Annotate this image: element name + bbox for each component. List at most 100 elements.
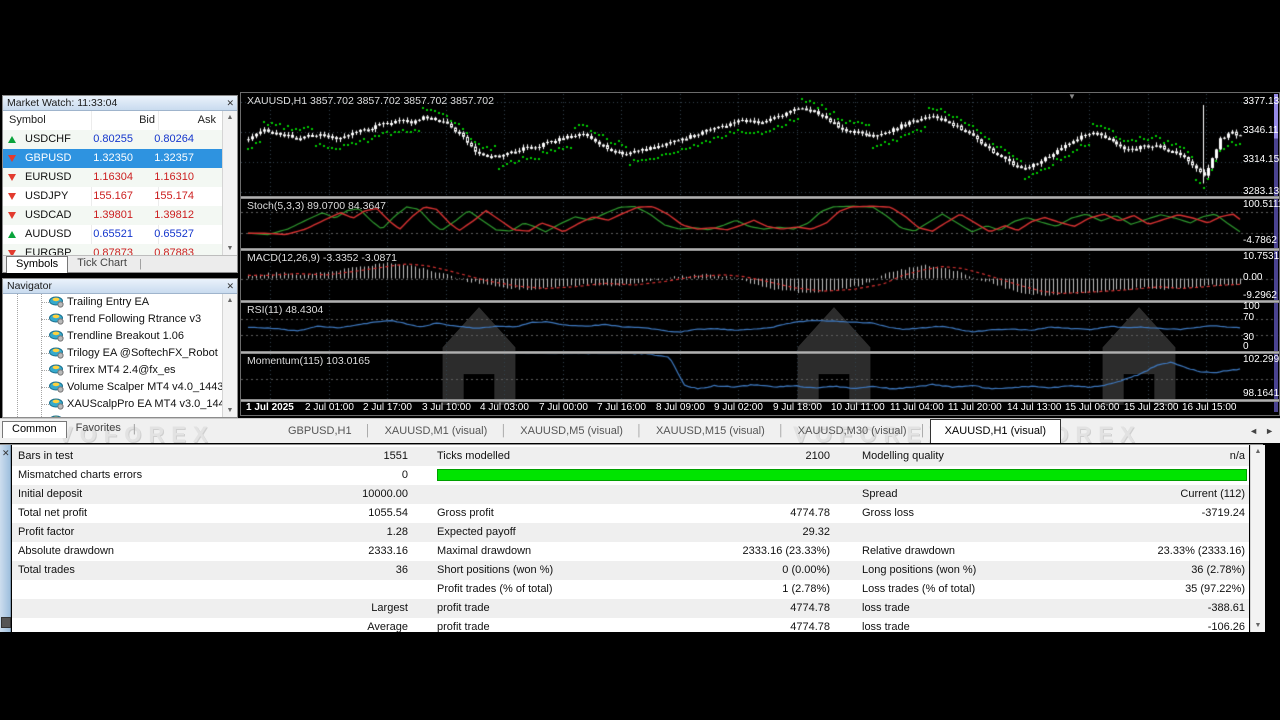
report-row: Profit factor1.28Expected payoff29.32 [12, 523, 1249, 542]
report-value: 2333.16 [368, 542, 408, 561]
time-axis-label: 2 Jul 17:00 [363, 402, 412, 413]
expert-advisor-icon [49, 364, 64, 379]
chart-tab-gbpusd-h1[interactable]: GBPUSD,H1 [278, 419, 362, 443]
report-value: Largest [371, 599, 408, 618]
report-row: Averageprofit trade4774.78loss trade-106… [12, 618, 1249, 632]
tester-mini-icon [1, 617, 11, 628]
report-label: Short positions (won %) [437, 561, 553, 580]
tab-favorites[interactable]: Favorites [67, 421, 130, 437]
chart-tab-xauusd-m1-visual-[interactable]: XAUUSD,M1 (visual) [375, 419, 498, 443]
navigator-item[interactable]: Trendline Breakout 1.06 [3, 328, 222, 345]
navigator-tabs: CommonFavorites | [2, 421, 136, 438]
chart-tab-xauusd-m30-visual-[interactable]: XAUUSD,M30 (visual) [788, 419, 917, 443]
scroll-up-icon[interactable]: ▲ [223, 111, 237, 124]
market-watch-row[interactable]: AUDUSD0.655210.65527 [3, 225, 237, 244]
chart-tab-xauusd-h1-visual-[interactable]: XAUUSD,H1 (visual) [930, 419, 1061, 443]
report-row: Total trades36Short positions (won %)0 (… [12, 561, 1249, 580]
tester-panel-edge[interactable]: ✕ [0, 445, 11, 632]
ask-value: 155.174 [3, 187, 194, 206]
report-row: Largestprofit trade4774.78loss trade-388… [12, 599, 1249, 618]
price-axis-label: 70 [1243, 312, 1280, 323]
panel-separator[interactable] [241, 351, 1279, 354]
tabs-scroll-right-icon[interactable]: ► [1265, 426, 1274, 436]
price-axis-label: 0 [1243, 341, 1280, 352]
backtest-report-table: Bars in test1551Ticks modelled2100Modell… [12, 445, 1249, 632]
column-ask[interactable]: Ask [25, 111, 216, 130]
scroll-up-icon[interactable]: ▲ [223, 294, 237, 307]
chart-marker-icon: ▼ [1068, 92, 1076, 101]
report-value: 1 (2.78%) [782, 580, 830, 599]
navigator-item[interactable]: Trend Following Rtrance v3 [3, 311, 222, 328]
report-label: Bars in test [18, 447, 73, 466]
ask-value: 1.16310 [3, 168, 194, 187]
report-value: Current (112) [1180, 485, 1245, 504]
scroll-down-icon[interactable]: ▼ [1251, 619, 1265, 632]
report-label: profit trade [437, 618, 490, 632]
time-axis-label: 10 Jul 11:00 [831, 402, 885, 413]
tab-tick-chart[interactable]: Tick Chart [68, 256, 136, 272]
price-axis-label: 3346.11 [1243, 125, 1280, 136]
report-value: 1551 [384, 447, 408, 466]
expert-advisor-icon [49, 330, 64, 345]
navigator-item[interactable] [3, 413, 222, 417]
report-label: Total trades [18, 561, 75, 580]
close-icon[interactable]: ✕ [226, 280, 234, 292]
tab-common[interactable]: Common [2, 421, 67, 438]
report-scrollbar[interactable]: ▲ ▼ [1250, 445, 1265, 632]
time-axis-label: 14 Jul 13:00 [1007, 402, 1062, 413]
market-watch-row[interactable]: USDJPY155.167155.174 [3, 187, 237, 206]
market-watch-row[interactable]: USDCHF0.802550.80264 [3, 130, 237, 149]
panel-separator[interactable] [241, 196, 1279, 199]
time-axis-label: 9 Jul 18:00 [773, 402, 822, 413]
tab-divider: │ [775, 425, 788, 437]
tab-divider: │ [633, 425, 646, 437]
tabs-scroll-left-icon[interactable]: ◄ [1249, 426, 1258, 436]
navigator-item[interactable]: Trirex MT4 2.4@fx_es [3, 362, 222, 379]
scroll-down-icon[interactable]: ▼ [223, 242, 237, 255]
time-axis-label: 7 Jul 16:00 [597, 402, 646, 413]
chart-tab-xauusd-m15-visual-[interactable]: XAUUSD,M15 (visual) [646, 419, 775, 443]
ask-value: 0.87883 [3, 244, 194, 255]
indicator-label-momentum: Momentum(115) 103.0165 [247, 355, 370, 367]
expert-advisor-icon [49, 415, 64, 417]
navigator-titlebar[interactable]: Navigator ✕ [3, 279, 237, 294]
navigator-scrollbar[interactable]: ▲ ▼ [222, 294, 237, 417]
ask-value: 1.32357 [3, 149, 194, 168]
report-value: 10000.00 [362, 485, 408, 504]
report-label: Absolute drawdown [18, 542, 114, 561]
chart-tab-xauusd-m5-visual-[interactable]: XAUUSD,M5 (visual) [510, 419, 633, 443]
report-value: -106.26 [1208, 618, 1245, 632]
bottom-tab-band: VOFOREX VOFOREX VOFOREX CommonFavorites … [0, 418, 1280, 443]
market-watch-scrollbar[interactable]: ▲ ▼ [222, 111, 237, 255]
price-axis-label: 98.1641 [1243, 388, 1280, 399]
close-icon[interactable]: ✕ [2, 447, 10, 459]
report-value: 2100 [806, 447, 830, 466]
navigator-item[interactable]: Trilogy EA @SoftechFX_Robot [3, 345, 222, 362]
scroll-up-icon[interactable]: ▲ [1251, 445, 1265, 458]
market-watch-tabs: SymbolsTick Chart | [3, 255, 237, 272]
navigator-item-label: Trendline Breakout 1.06 [67, 330, 184, 342]
market-watch-titlebar[interactable]: Market Watch: 11:33:04 ✕ [3, 96, 237, 111]
panel-separator[interactable] [241, 248, 1279, 251]
report-row: Total net profit1055.54Gross profit4774.… [12, 504, 1249, 523]
navigator-item[interactable]: XAUScalpPro EA MT4 v3.0_1444 [3, 396, 222, 413]
report-label: Total net profit [18, 504, 87, 523]
price-axis-label: 102.2991 [1243, 354, 1280, 365]
navigator-item[interactable]: Trailing Entry EA [3, 294, 222, 311]
navigator-title: Navigator [7, 280, 52, 292]
market-watch-row[interactable]: EURUSD1.163041.16310 [3, 168, 237, 187]
report-label: Mismatched charts errors [18, 466, 142, 485]
market-watch-row[interactable]: EURGBP0.878730.87883 [3, 244, 237, 255]
scroll-down-icon[interactable]: ▼ [223, 404, 237, 417]
time-axis-label: 16 Jul 15:00 [1182, 402, 1237, 413]
market-watch-row[interactable]: USDCAD1.398011.39812 [3, 206, 237, 225]
navigator-panel: Navigator ✕ Trailing Entry EA Trend Follo… [2, 278, 238, 418]
navigator-item-label: Trailing Entry EA [67, 296, 149, 308]
navigator-item[interactable]: Volume Scalper MT4 v4.0_1443- [3, 379, 222, 396]
panel-separator[interactable] [241, 300, 1279, 303]
report-label: Ticks modelled [437, 447, 510, 466]
close-icon[interactable]: ✕ [226, 97, 234, 109]
report-label: Profit factor [18, 523, 74, 542]
market-watch-row[interactable]: GBPUSD1.323501.32357 [3, 149, 237, 168]
tab-symbols[interactable]: Symbols [6, 256, 68, 273]
